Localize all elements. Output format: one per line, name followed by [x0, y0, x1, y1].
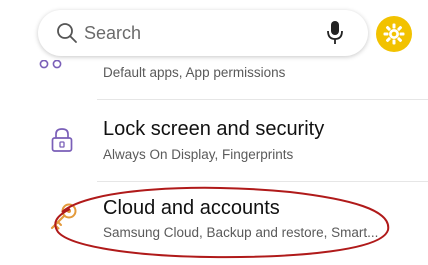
list-item-subtitle: Default apps, App permissions — [103, 65, 286, 80]
apps-icon — [39, 60, 62, 69]
gear-icon — [383, 23, 405, 45]
list-item-lock-screen-security[interactable]: Lock screen and security Always On Displ… — [0, 100, 428, 182]
list-item-cloud-accounts[interactable]: Cloud and accounts Samsung Cloud, Backup… — [0, 182, 428, 265]
avatar[interactable] — [376, 16, 412, 52]
lock-icon — [51, 128, 73, 152]
list-item-title: Lock screen and security — [103, 118, 325, 140]
list-item-subtitle: Samsung Cloud, Backup and restore, Smart… — [103, 225, 379, 240]
key-icon — [50, 203, 77, 230]
microphone-icon[interactable] — [326, 20, 344, 46]
search-icon — [57, 23, 77, 43]
search-bar[interactable]: Search — [38, 10, 368, 56]
list-item-title: Cloud and accounts — [103, 197, 280, 219]
search-input[interactable]: Search — [84, 23, 141, 44]
list-item-subtitle: Always On Display, Fingerprints — [103, 147, 294, 162]
list-item-apps[interactable]: Default apps, App permissions — [0, 56, 428, 100]
